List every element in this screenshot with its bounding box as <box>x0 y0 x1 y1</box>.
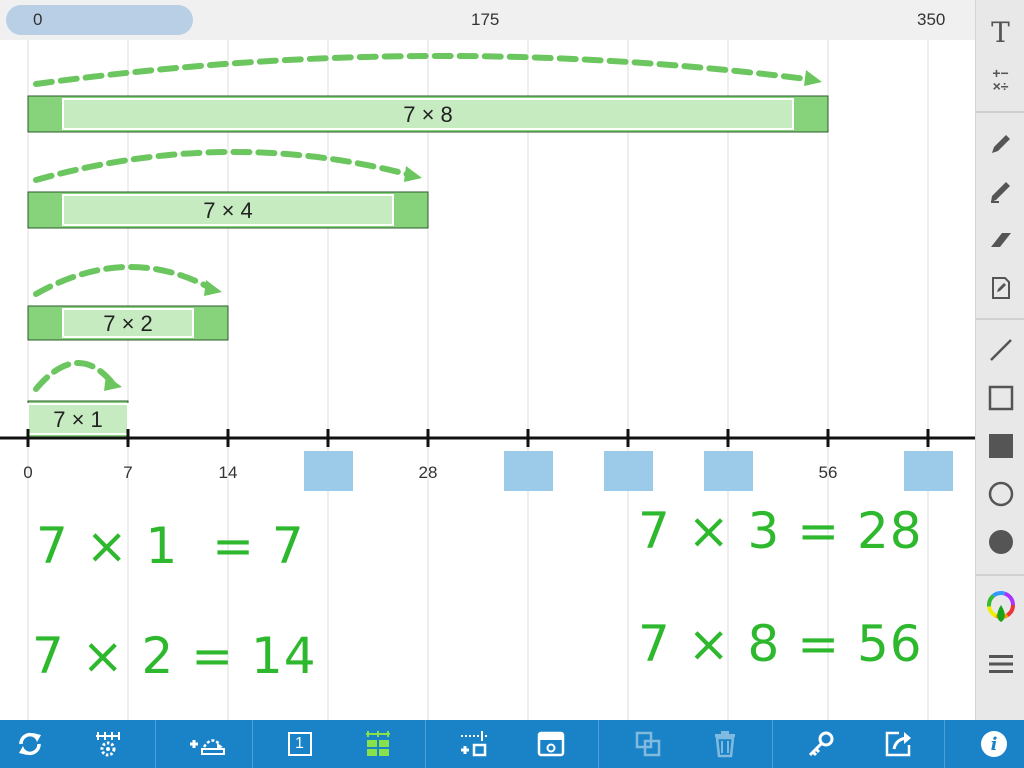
text-icon: T <box>991 15 1010 49</box>
jump-arc[interactable] <box>33 52 817 87</box>
bar-label: 7 × 1 <box>53 407 103 432</box>
axis-tick-label: 0 <box>23 463 32 482</box>
hidden-label-box[interactable] <box>904 451 953 491</box>
toolbar-divider <box>425 720 426 768</box>
circle-filled-icon <box>988 530 1013 554</box>
right-toolbar: T +− ×÷ <box>975 0 1024 720</box>
text-tool-button[interactable]: T <box>976 12 1024 52</box>
duplicate-button[interactable] <box>620 720 675 768</box>
strip-label-end: 350 <box>917 10 946 29</box>
jump-arc[interactable] <box>33 264 217 297</box>
jump-arc-arrowhead <box>204 280 222 296</box>
toolbar-divider <box>976 574 1024 576</box>
marker-icon <box>990 182 1010 203</box>
color-wheel-icon <box>986 591 1015 622</box>
equation-2[interactable]: 7 × 2 = 14 <box>32 627 317 685</box>
hide-box-button[interactable] <box>523 720 578 768</box>
hidden-label-box[interactable] <box>304 451 353 491</box>
trash-icon <box>714 731 735 758</box>
info-icon: i <box>981 731 1007 757</box>
math-icon-bottom: ×÷ <box>992 78 1009 94</box>
scroll-strip[interactable]: 0 175 350 <box>0 0 975 40</box>
rectangle-filled-button[interactable] <box>976 426 1024 466</box>
math-tool-button[interactable]: +− ×÷ <box>976 60 1024 100</box>
toolbar-divider <box>944 720 945 768</box>
note-icon <box>991 277 1010 299</box>
hidden-label-box[interactable] <box>604 451 653 491</box>
axis-tick-label: 14 <box>219 463 238 482</box>
rectangle-outline-button[interactable] <box>976 378 1024 418</box>
axis-tick-label: 28 <box>419 463 438 482</box>
duplicate-icon <box>635 731 660 757</box>
bar-label: 7 × 8 <box>403 102 453 127</box>
circle-outline-button[interactable] <box>976 474 1024 514</box>
eraser-tool-button[interactable] <box>976 220 1024 260</box>
toolbar-divider <box>772 720 773 768</box>
eraser-icon <box>990 233 1011 247</box>
reset-button[interactable] <box>0 720 60 768</box>
line-icon <box>989 339 1012 361</box>
add-marker-icon <box>460 731 487 757</box>
info-button[interactable]: i <box>964 720 1024 768</box>
strip-label-middle: 175 <box>471 10 500 29</box>
jump-arc[interactable] <box>33 360 117 392</box>
pen-tool-button[interactable] <box>976 124 1024 164</box>
axis-tick-label: 7 <box>123 463 132 482</box>
bottom-toolbar: 1 i <box>0 720 1024 768</box>
strip-label-start: 0 <box>33 10 43 29</box>
refresh-icon <box>19 732 41 756</box>
unit-box-icon: 1 <box>287 732 312 756</box>
hide-box-icon <box>537 731 564 757</box>
ruler-settings-icon <box>95 732 120 757</box>
axis-tick-label: 56 <box>819 463 838 482</box>
equation-3[interactable]: 7 × 3 = 28 <box>638 502 923 560</box>
jump-arc-arrowhead <box>104 375 122 391</box>
bar-label: 7 × 2 <box>103 311 153 336</box>
hamburger-menu-icon <box>988 655 1013 673</box>
workspace[interactable]: 7 × 8 7 × 4 7 × 2 7 × 1 0 7 14 28 56 7 × 1 = 7 7… <box>0 40 975 720</box>
toolbar-divider <box>598 720 599 768</box>
square-outline-icon <box>988 385 1013 411</box>
menu-button[interactable] <box>976 644 1024 684</box>
toolbar-divider <box>976 318 1024 320</box>
show-grid-button[interactable] <box>350 720 405 768</box>
share-icon <box>885 731 911 757</box>
key-icon <box>808 731 833 757</box>
pencil-icon <box>991 135 1010 153</box>
square-filled-icon <box>988 434 1013 458</box>
hidden-label-box[interactable] <box>704 451 753 491</box>
color-picker-button[interactable] <box>976 588 1024 628</box>
toolbar-divider <box>976 111 1024 113</box>
jump-arc-arrowhead <box>804 70 822 86</box>
toolbar-divider <box>155 720 156 768</box>
note-tool-button[interactable] <box>976 268 1024 308</box>
equation-1[interactable]: 7 × 1 = 7 <box>36 517 305 575</box>
delete-button[interactable] <box>697 720 752 768</box>
circle-filled-button[interactable] <box>976 522 1024 562</box>
add-jump-icon <box>190 739 225 755</box>
jump-arc-arrowhead <box>404 166 422 182</box>
key-button[interactable] <box>793 720 848 768</box>
toolbar-divider <box>252 720 253 768</box>
circle-outline-icon <box>988 481 1013 507</box>
marker-tool-button[interactable] <box>976 172 1024 212</box>
line-tool-button[interactable] <box>976 330 1024 370</box>
add-marker-button[interactable] <box>446 720 501 768</box>
equation-4[interactable]: 7 × 8 = 56 <box>638 615 923 673</box>
jump-arc[interactable] <box>33 149 417 183</box>
grid-blocks-icon <box>365 731 390 756</box>
add-jump-button[interactable] <box>176 720 236 768</box>
share-button[interactable] <box>870 720 925 768</box>
settings-button[interactable] <box>80 720 135 768</box>
show-unit-button[interactable]: 1 <box>272 720 327 768</box>
bar-label: 7 × 4 <box>203 198 253 223</box>
number-line-app: 0 175 350 7 × 8 7 × 4 7 × 2 7 × 1 0 7 14 28 56 7… <box>0 0 1024 768</box>
hidden-label-box[interactable] <box>504 451 553 491</box>
